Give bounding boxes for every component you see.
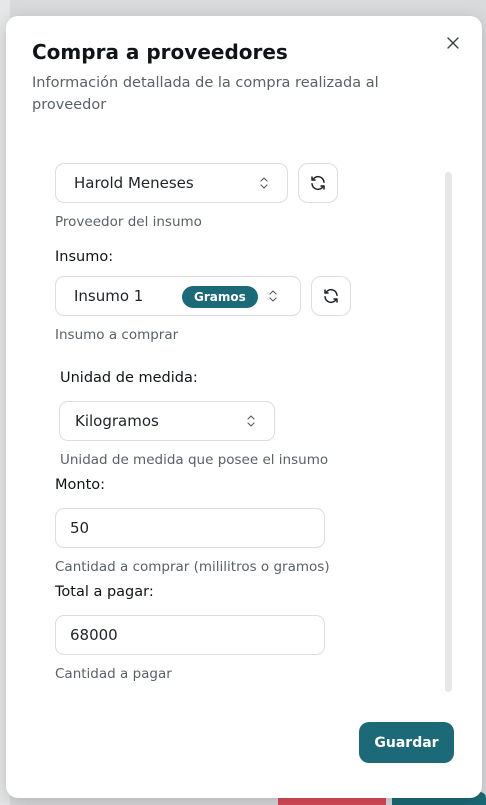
chevron-up-down-icon bbox=[260, 177, 268, 189]
insumo-help: Insumo a comprar bbox=[55, 327, 179, 343]
close-button[interactable] bbox=[444, 34, 462, 52]
close-icon bbox=[447, 37, 459, 49]
chevron-up-down-icon bbox=[269, 290, 277, 302]
purchase-dialog: Compra a proveedores Información detalla… bbox=[6, 16, 482, 798]
monto-help: Cantidad a comprar (mililitros o gramos) bbox=[55, 559, 330, 575]
proveedor-select[interactable]: Harold Meneses bbox=[55, 163, 288, 203]
insumo-select-value: Insumo 1 bbox=[74, 287, 144, 305]
dialog-subtitle: Información detallada de la compra reali… bbox=[32, 75, 379, 113]
refresh-proveedor-button[interactable] bbox=[298, 163, 338, 203]
insumo-select[interactable]: Insumo 1 Gramos bbox=[55, 276, 301, 316]
scrollbar[interactable] bbox=[445, 172, 452, 692]
total-help: Cantidad a pagar bbox=[55, 666, 172, 682]
unidad-label: Unidad de medida: bbox=[60, 370, 198, 386]
chevron-up-down-icon bbox=[247, 415, 255, 427]
unidad-select-value: Kilogramos bbox=[75, 412, 159, 430]
unit-badge: Gramos bbox=[182, 286, 258, 308]
total-label: Total a pagar: bbox=[55, 584, 154, 600]
dialog-title: Compra a proveedores bbox=[32, 40, 288, 64]
proveedor-select-value: Harold Meneses bbox=[74, 174, 194, 192]
unidad-select[interactable]: Kilogramos bbox=[59, 401, 275, 441]
monto-label: Monto: bbox=[55, 477, 106, 493]
proveedor-help: Proveedor del insumo bbox=[55, 214, 202, 230]
monto-input[interactable] bbox=[55, 508, 325, 548]
total-input[interactable] bbox=[55, 615, 325, 655]
refresh-icon bbox=[311, 175, 325, 191]
save-button[interactable]: Guardar bbox=[359, 722, 454, 763]
refresh-icon bbox=[324, 288, 338, 304]
insumo-label: Insumo: bbox=[55, 249, 114, 265]
refresh-insumo-button[interactable] bbox=[311, 276, 351, 316]
unidad-help: Unidad de medida que posee el insumo bbox=[60, 452, 329, 468]
